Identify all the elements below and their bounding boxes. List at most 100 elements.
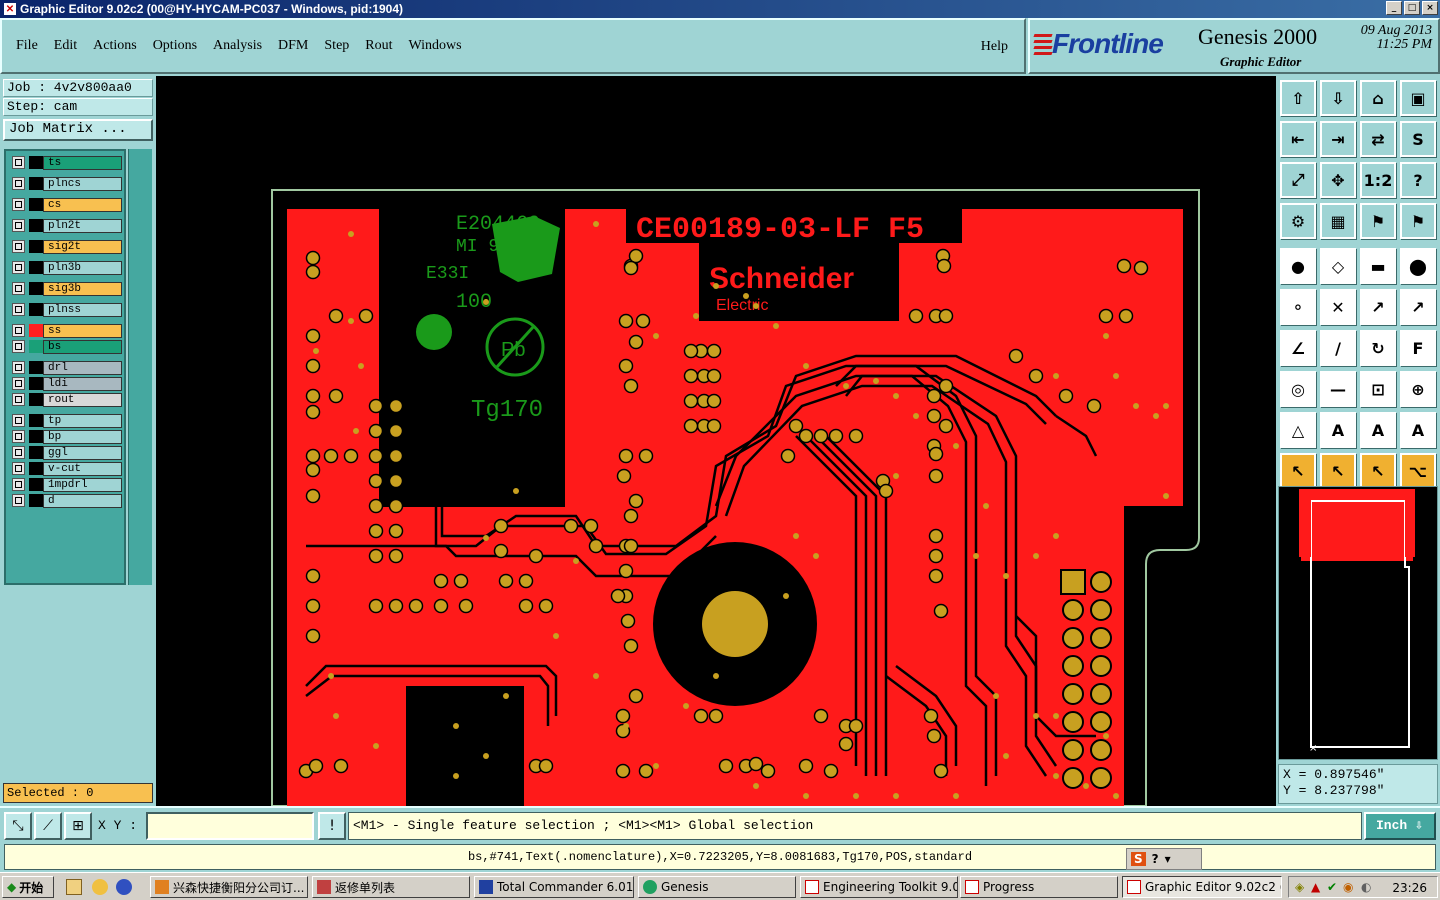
menu-dfm[interactable]: DFM [278, 38, 308, 54]
tool-add-circle-button[interactable]: ⬤ [1400, 248, 1436, 284]
tool-zoom-in-button[interactable]: ⇩ [1320, 80, 1356, 116]
task-item-5[interactable]: Engineering Toolkit 9.02c... [800, 876, 958, 898]
tool-triangle-button[interactable]: △ [1280, 412, 1316, 448]
layer-name[interactable]: ts [43, 155, 122, 170]
layer-checkbox[interactable] [12, 219, 25, 232]
xy-input[interactable] [146, 812, 314, 840]
menu-analysis[interactable]: Analysis [213, 38, 262, 54]
layer-checkbox[interactable] [12, 478, 25, 491]
tool-text-button[interactable]: A [1320, 412, 1356, 448]
task-item-3[interactable]: Total Commander 6.01 - I... [474, 876, 634, 898]
menu-options[interactable]: Options [153, 38, 197, 54]
tool-connect-button[interactable]: ⚬ [1280, 289, 1316, 325]
layer-checkbox[interactable] [12, 414, 25, 427]
tool-scale-button[interactable]: 1:2 [1360, 162, 1396, 198]
layer-row-cs[interactable]: cs [8, 197, 122, 212]
task-item-6[interactable]: Progress [960, 876, 1118, 898]
layer-row-bs[interactable]: bs [8, 339, 122, 354]
tool-add-pad-button[interactable]: ● [1280, 248, 1316, 284]
layer-row-ggl[interactable]: ggl [8, 445, 122, 460]
help-icon[interactable]: ? [1152, 852, 1159, 866]
menu-step[interactable]: Step [324, 38, 349, 54]
layer-name[interactable]: ggl [43, 445, 122, 460]
layer-checkbox[interactable] [12, 361, 25, 374]
quicklaunch-clock-icon[interactable] [92, 879, 108, 895]
tool-mirror-button[interactable]: F [1400, 330, 1436, 366]
tray-icon-5[interactable]: ◐ [1361, 880, 1371, 894]
menu-help[interactable]: Help [981, 39, 1008, 55]
layer-checkbox[interactable] [12, 446, 25, 459]
layer-row-v-cut[interactable]: v-cut [8, 461, 122, 476]
tool-text2-button[interactable]: A [1360, 412, 1396, 448]
layer-row-pln2t[interactable]: pln2t [8, 218, 122, 233]
layer-row-plnss[interactable]: plnss [8, 302, 122, 317]
tray-icon-2[interactable]: ▲ [1311, 880, 1320, 894]
tool-snap-button[interactable]: ⚑ [1360, 203, 1396, 239]
tool-settings-button[interactable]: ⚙ [1280, 203, 1316, 239]
tool-align-button[interactable]: ⊡ [1360, 371, 1396, 407]
layer-checkbox[interactable] [12, 177, 25, 190]
menu-file[interactable]: File [16, 38, 38, 54]
task-item-2[interactable]: 返修单列表 [312, 876, 470, 898]
layer-row-ldi[interactable]: ldi [8, 376, 122, 391]
menu-actions[interactable]: Actions [93, 38, 137, 54]
tool-move-button[interactable]: ↗ [1360, 289, 1396, 325]
tool-delete-button[interactable]: ✕ [1320, 289, 1356, 325]
layer-checkbox[interactable] [12, 198, 25, 211]
layer-name[interactable]: v-cut [43, 461, 122, 476]
tool-zoom-home-button[interactable]: ⇧ [1280, 80, 1316, 116]
layer-checkbox[interactable] [12, 377, 25, 390]
unit-selector[interactable]: Inch ⇩ [1364, 812, 1436, 840]
layer-row-rout[interactable]: rout [8, 392, 122, 407]
tray-icon-3[interactable]: ✔ [1327, 880, 1337, 894]
graphic-canvas[interactable]: E204460 MI 94V-0 E33I 100 Pb Tg170 CE001… [156, 76, 1276, 806]
layer-row-d[interactable]: d [8, 493, 122, 508]
layer-checkbox[interactable] [12, 156, 25, 169]
job-matrix-button[interactable]: Job Matrix ... [3, 119, 153, 141]
layer-checkbox[interactable] [12, 340, 25, 353]
layer-row-bp[interactable]: bp [8, 429, 122, 444]
grid-snap-button[interactable]: ⊞ [64, 812, 92, 840]
layer-name[interactable]: rout [43, 392, 122, 407]
tool-select-net-button[interactable]: ⌥ [1400, 453, 1436, 489]
layer-name[interactable]: cs [43, 197, 122, 212]
layer-row-1mpdrl[interactable]: 1mpdrl [8, 477, 122, 492]
layer-name[interactable]: 1mpdrl [43, 477, 122, 492]
tool-fill-button[interactable]: ⊕ [1400, 371, 1436, 407]
layer-row-sig2t[interactable]: sig2t [8, 239, 122, 254]
minimap[interactable]: × [1278, 486, 1438, 760]
tool-split-button[interactable]: — [1320, 371, 1356, 407]
layer-checkbox[interactable] [12, 303, 25, 316]
tool-pan-left-button[interactable]: ⇤ [1280, 121, 1316, 157]
layer-name[interactable]: bs [43, 339, 122, 354]
minimap-svg[interactable]: × [1279, 487, 1437, 759]
layer-list-scrollbar[interactable] [128, 149, 152, 585]
tool-select2-button[interactable]: ↖ [1320, 453, 1356, 489]
tool-rotate-button[interactable]: ↻ [1360, 330, 1396, 366]
layer-row-ts[interactable]: ts [8, 155, 122, 170]
zoom-area-button[interactable]: ⤡ [4, 812, 32, 840]
tool-zoom-fit-button[interactable]: ⤢ [1280, 162, 1316, 198]
layer-checkbox[interactable] [12, 430, 25, 443]
layer-row-drl[interactable]: drl [8, 360, 122, 375]
tool-step-button[interactable]: S [1400, 121, 1436, 157]
menu-windows[interactable]: Windows [409, 38, 462, 54]
menu-edit[interactable]: Edit [54, 38, 77, 54]
layer-checkbox[interactable] [12, 494, 25, 507]
tool-help-button[interactable]: ? [1400, 162, 1436, 198]
layer-name[interactable]: bp [43, 429, 122, 444]
task-item-4[interactable]: Genesis [638, 876, 796, 898]
tool-select-button[interactable]: ↖ [1280, 453, 1316, 489]
tool-center-button[interactable]: ✥ [1320, 162, 1356, 198]
layer-name[interactable]: sig2t [43, 239, 122, 254]
task-item-7[interactable]: Graphic Editor 9.02c2 (00... [1122, 876, 1282, 898]
pcb-view[interactable]: E204460 MI 94V-0 E33I 100 Pb Tg170 CE001… [156, 76, 1276, 806]
ime-s-icon[interactable]: S [1131, 852, 1146, 866]
tool-text3-button[interactable]: A [1400, 412, 1436, 448]
close-button[interactable]: × [1422, 1, 1438, 15]
menu-rout[interactable]: Rout [365, 38, 392, 54]
layer-checkbox[interactable] [12, 240, 25, 253]
quicklaunch-ie-icon[interactable] [116, 879, 132, 895]
tray-icon-4[interactable]: ◉ [1343, 880, 1353, 894]
tray-icon-1[interactable]: ◈ [1295, 880, 1304, 894]
